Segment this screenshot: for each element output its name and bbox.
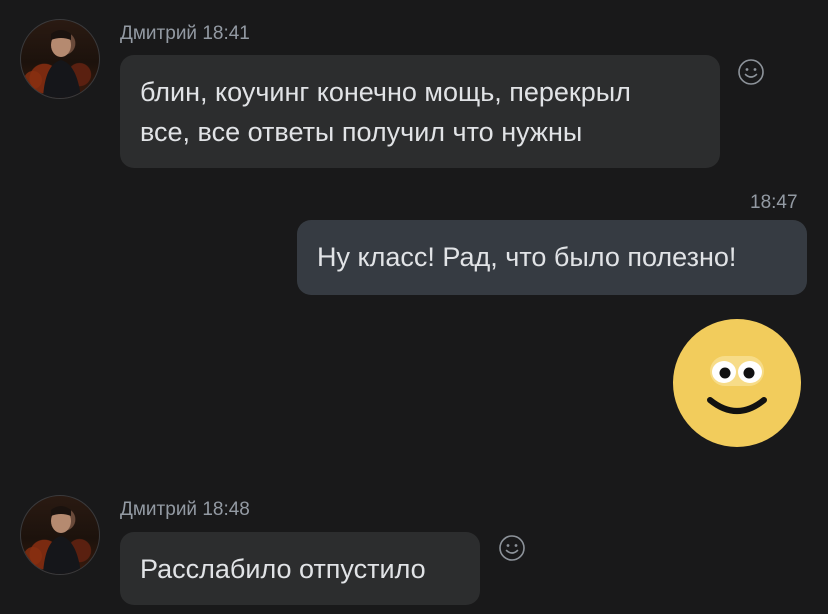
smiling-face-sticker[interactable] [672, 318, 802, 448]
avatar[interactable] [20, 19, 100, 99]
message-time: 18:47 [750, 192, 798, 213]
message-text: Расслабило отпустило [140, 554, 426, 584]
avatar[interactable] [20, 495, 100, 575]
sender-name-line: Дмитрий 18:48 [120, 499, 250, 521]
smile-icon[interactable] [736, 57, 766, 87]
message-text: Ну класс! Рад, что было полезно! [317, 242, 737, 272]
sender-name: Дмитрий [120, 499, 198, 520]
outgoing-message-bubble[interactable]: Ну класс! Рад, что было полезно! [297, 220, 807, 295]
sender-name: Дмитрий [120, 23, 198, 44]
message-text-line: блин, коучинг конечно мощь, перекрыл [140, 77, 631, 107]
incoming-message-bubble[interactable]: Расслабило отпустило [120, 532, 480, 605]
incoming-message-bubble[interactable]: блин, коучинг конечно мощь, перекрыл все… [120, 55, 720, 168]
smile-icon[interactable] [497, 533, 527, 563]
sender-name-line: Дмитрий 18:41 [120, 23, 250, 45]
message-time: 18:41 [202, 23, 250, 44]
message-text-line: все, все ответы получил что нужны [140, 117, 583, 147]
message-time: 18:48 [202, 499, 250, 520]
